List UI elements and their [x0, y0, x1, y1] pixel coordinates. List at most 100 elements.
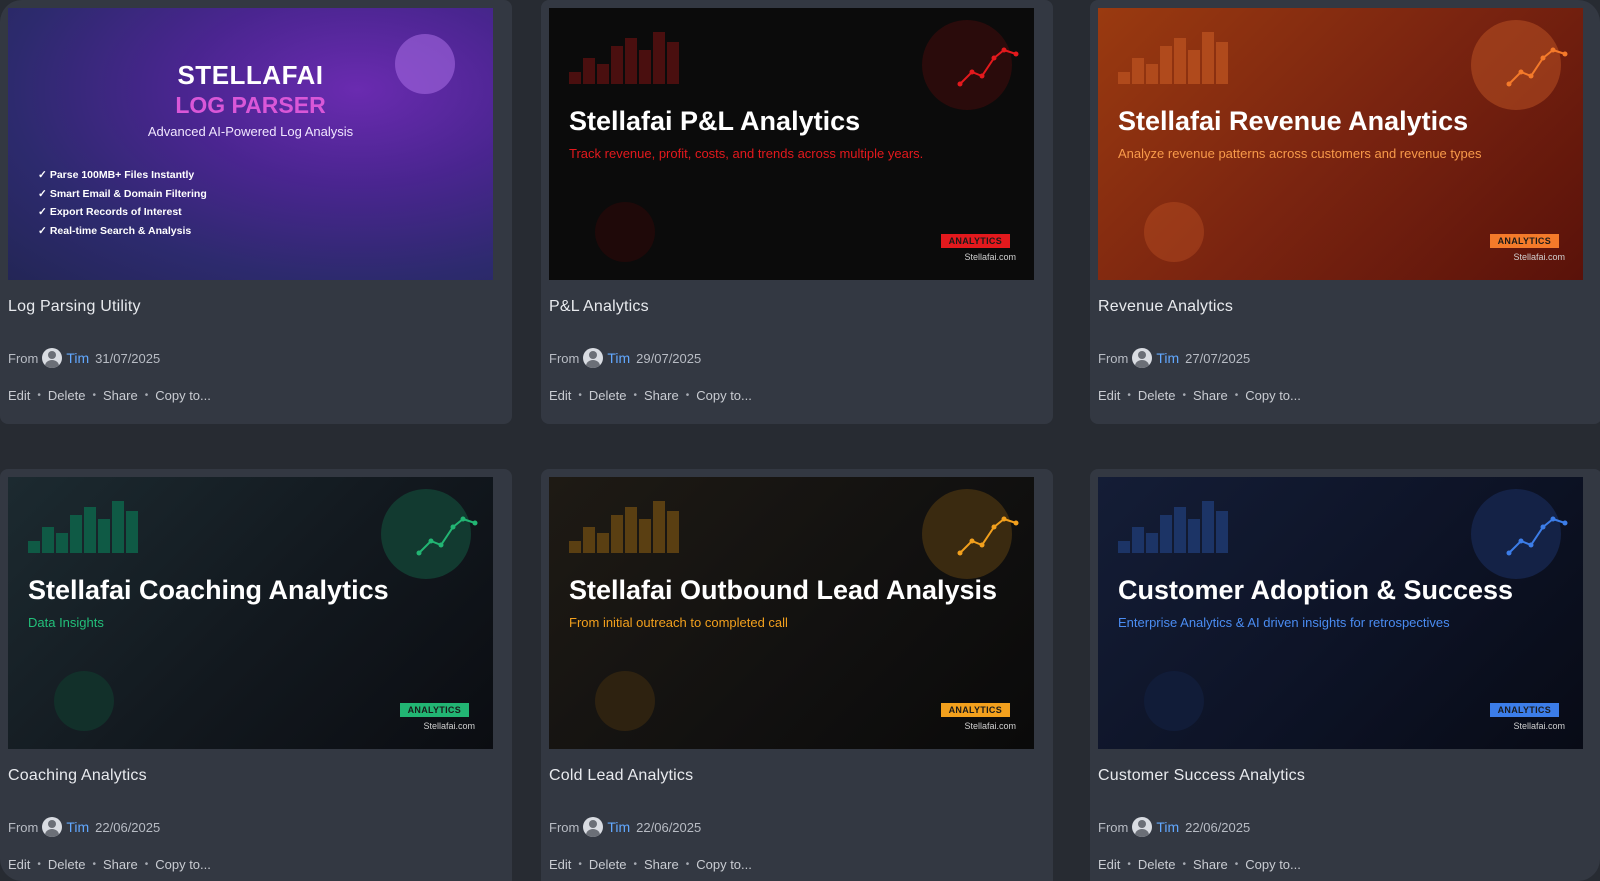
delete-link[interactable]: Delete	[589, 857, 627, 872]
app-card[interactable]: Customer Adoption & Success Enterprise A…	[1090, 469, 1600, 881]
bar-chart-icon	[569, 32, 679, 84]
edit-link[interactable]: Edit	[8, 388, 30, 403]
analytics-badge: ANALYTICS	[940, 703, 1010, 717]
author-link[interactable]: Tim	[607, 350, 630, 366]
thumb-subtitle: From initial outreach to completed call	[569, 615, 788, 630]
author-link[interactable]: Tim	[1156, 350, 1179, 366]
card-meta: From Tim 22/06/2025	[1098, 817, 1250, 837]
feature-item: ✓ Parse 100MB+ Files Instantly	[38, 169, 195, 181]
analytics-badge: ANALYTICS	[1489, 234, 1559, 248]
card-title[interactable]: Log Parsing Utility	[8, 298, 141, 316]
feature-item: ✓ Real-time Search & Analysis	[38, 224, 192, 237]
delete-link[interactable]: Delete	[589, 388, 627, 403]
card-thumbnail[interactable]: Stellafai Revenue Analytics Analyze reve…	[1098, 8, 1583, 280]
card-title[interactable]: Customer Success Analytics	[1098, 767, 1305, 785]
card-date: 29/07/2025	[636, 350, 702, 366]
copy-to-link[interactable]: Copy to...	[1245, 388, 1301, 403]
card-actions: Edit • Delete • Share • Copy to...	[1098, 388, 1301, 403]
check-icon: ✓	[38, 187, 47, 200]
delete-link[interactable]: Delete	[1138, 857, 1176, 872]
from-label: From	[8, 350, 39, 366]
decorative-circle	[595, 202, 655, 262]
separator: •	[1182, 859, 1187, 870]
separator: •	[37, 859, 41, 870]
analytics-badge: ANALYTICS	[1489, 703, 1559, 717]
card-actions: Edit • Delete • Share • Copy to...	[8, 388, 211, 403]
avatar	[1132, 348, 1153, 368]
bar-chart-icon	[28, 501, 138, 553]
share-link[interactable]: Share	[644, 857, 679, 872]
card-actions: Edit • Delete • Share • Copy to...	[549, 857, 752, 872]
thumb-heading: Stellafai Revenue Analytics	[1118, 106, 1469, 136]
author-link[interactable]: Tim	[607, 819, 630, 835]
decorative-circle	[1144, 671, 1204, 731]
thumb-tagline: Advanced AI-Powered Log Analysis	[147, 124, 354, 139]
from-label: From	[549, 350, 580, 366]
thumb-subtitle: Enterprise Analytics & AI driven insight…	[1118, 615, 1450, 630]
separator: •	[1127, 390, 1131, 401]
author-link[interactable]: Tim	[66, 819, 89, 835]
card-thumbnail[interactable]: STELLAFAI LOG PARSER Advanced AI-Powered…	[8, 8, 493, 280]
check-icon: ✓	[38, 206, 47, 219]
share-link[interactable]: Share	[1193, 857, 1228, 872]
card-title[interactable]: P&L Analytics	[549, 298, 649, 316]
card-title[interactable]: Revenue Analytics	[1098, 298, 1233, 316]
analytics-badge: ANALYTICS	[940, 234, 1010, 248]
share-link[interactable]: Share	[1193, 388, 1228, 403]
copy-to-link[interactable]: Copy to...	[1245, 857, 1301, 872]
app-card[interactable]: Stellafai Coaching Analytics Data Insigh…	[0, 469, 512, 881]
separator: •	[685, 859, 690, 870]
card-title[interactable]: Cold Lead Analytics	[549, 767, 693, 785]
feature-list: ✓ Parse 100MB+ Files Instantly ✓ Smart Ema…	[38, 166, 207, 240]
card-date: 31/07/2025	[95, 350, 161, 366]
separator: •	[92, 859, 97, 870]
separator: •	[633, 390, 638, 401]
share-link[interactable]: Share	[644, 388, 679, 403]
edit-link[interactable]: Edit	[1098, 857, 1120, 872]
author-link[interactable]: Tim	[66, 350, 89, 366]
edit-link[interactable]: Edit	[549, 388, 571, 403]
card-thumbnail[interactable]: Stellafai P&L Analytics Track revenue, p…	[549, 8, 1034, 280]
separator: •	[1182, 390, 1187, 401]
edit-link[interactable]: Edit	[8, 857, 30, 872]
app-card[interactable]: Stellafai Outbound Lead Analysis From in…	[541, 469, 1053, 881]
separator: •	[92, 390, 97, 401]
bar-chart-icon	[1118, 32, 1228, 84]
share-link[interactable]: Share	[103, 388, 138, 403]
separator: •	[1234, 390, 1239, 401]
decorative-circle	[595, 671, 655, 731]
edit-link[interactable]: Edit	[549, 857, 571, 872]
copy-to-link[interactable]: Copy to...	[696, 857, 752, 872]
separator: •	[144, 859, 149, 870]
site-label: Stellafai.com	[1513, 721, 1565, 731]
card-thumbnail[interactable]: Stellafai Coaching Analytics Data Insigh…	[8, 477, 493, 749]
copy-to-link[interactable]: Copy to...	[696, 388, 752, 403]
bar-chart-icon	[569, 501, 679, 553]
app-card[interactable]: STELLAFAI LOG PARSER Advanced AI-Powered…	[0, 0, 512, 424]
author-link[interactable]: Tim	[1156, 819, 1179, 835]
share-link[interactable]: Share	[103, 857, 138, 872]
site-label: Stellafai.com	[964, 721, 1016, 731]
site-label: Stellafai.com	[1513, 252, 1565, 262]
card-thumbnail[interactable]: Stellafai Outbound Lead Analysis From in…	[549, 477, 1034, 749]
trend-line-icon	[957, 47, 1019, 87]
card-date: 22/06/2025	[636, 819, 702, 835]
copy-to-link[interactable]: Copy to...	[155, 388, 211, 403]
delete-link[interactable]: Delete	[1138, 388, 1176, 403]
thumb-heading: Stellafai Outbound Lead Analysis	[569, 575, 998, 605]
app-card[interactable]: Stellafai Revenue Analytics Analyze reve…	[1090, 0, 1600, 424]
from-label: From	[1098, 350, 1129, 366]
card-meta: From Tim 22/06/2025	[8, 817, 160, 837]
card-thumbnail[interactable]: Customer Adoption & Success Enterprise A…	[1098, 477, 1583, 749]
card-title[interactable]: Coaching Analytics	[8, 767, 147, 785]
copy-to-link[interactable]: Copy to...	[155, 857, 211, 872]
delete-link[interactable]: Delete	[48, 857, 86, 872]
trend-line-icon	[1506, 516, 1568, 556]
separator: •	[578, 859, 582, 870]
edit-link[interactable]: Edit	[1098, 388, 1120, 403]
feature-item: ✓ Export Records of Interest	[38, 206, 182, 219]
delete-link[interactable]: Delete	[48, 388, 86, 403]
app-card[interactable]: Stellafai P&L Analytics Track revenue, p…	[541, 0, 1053, 424]
thumb-heading: Stellafai P&L Analytics	[569, 106, 861, 136]
from-label: From	[549, 819, 580, 835]
